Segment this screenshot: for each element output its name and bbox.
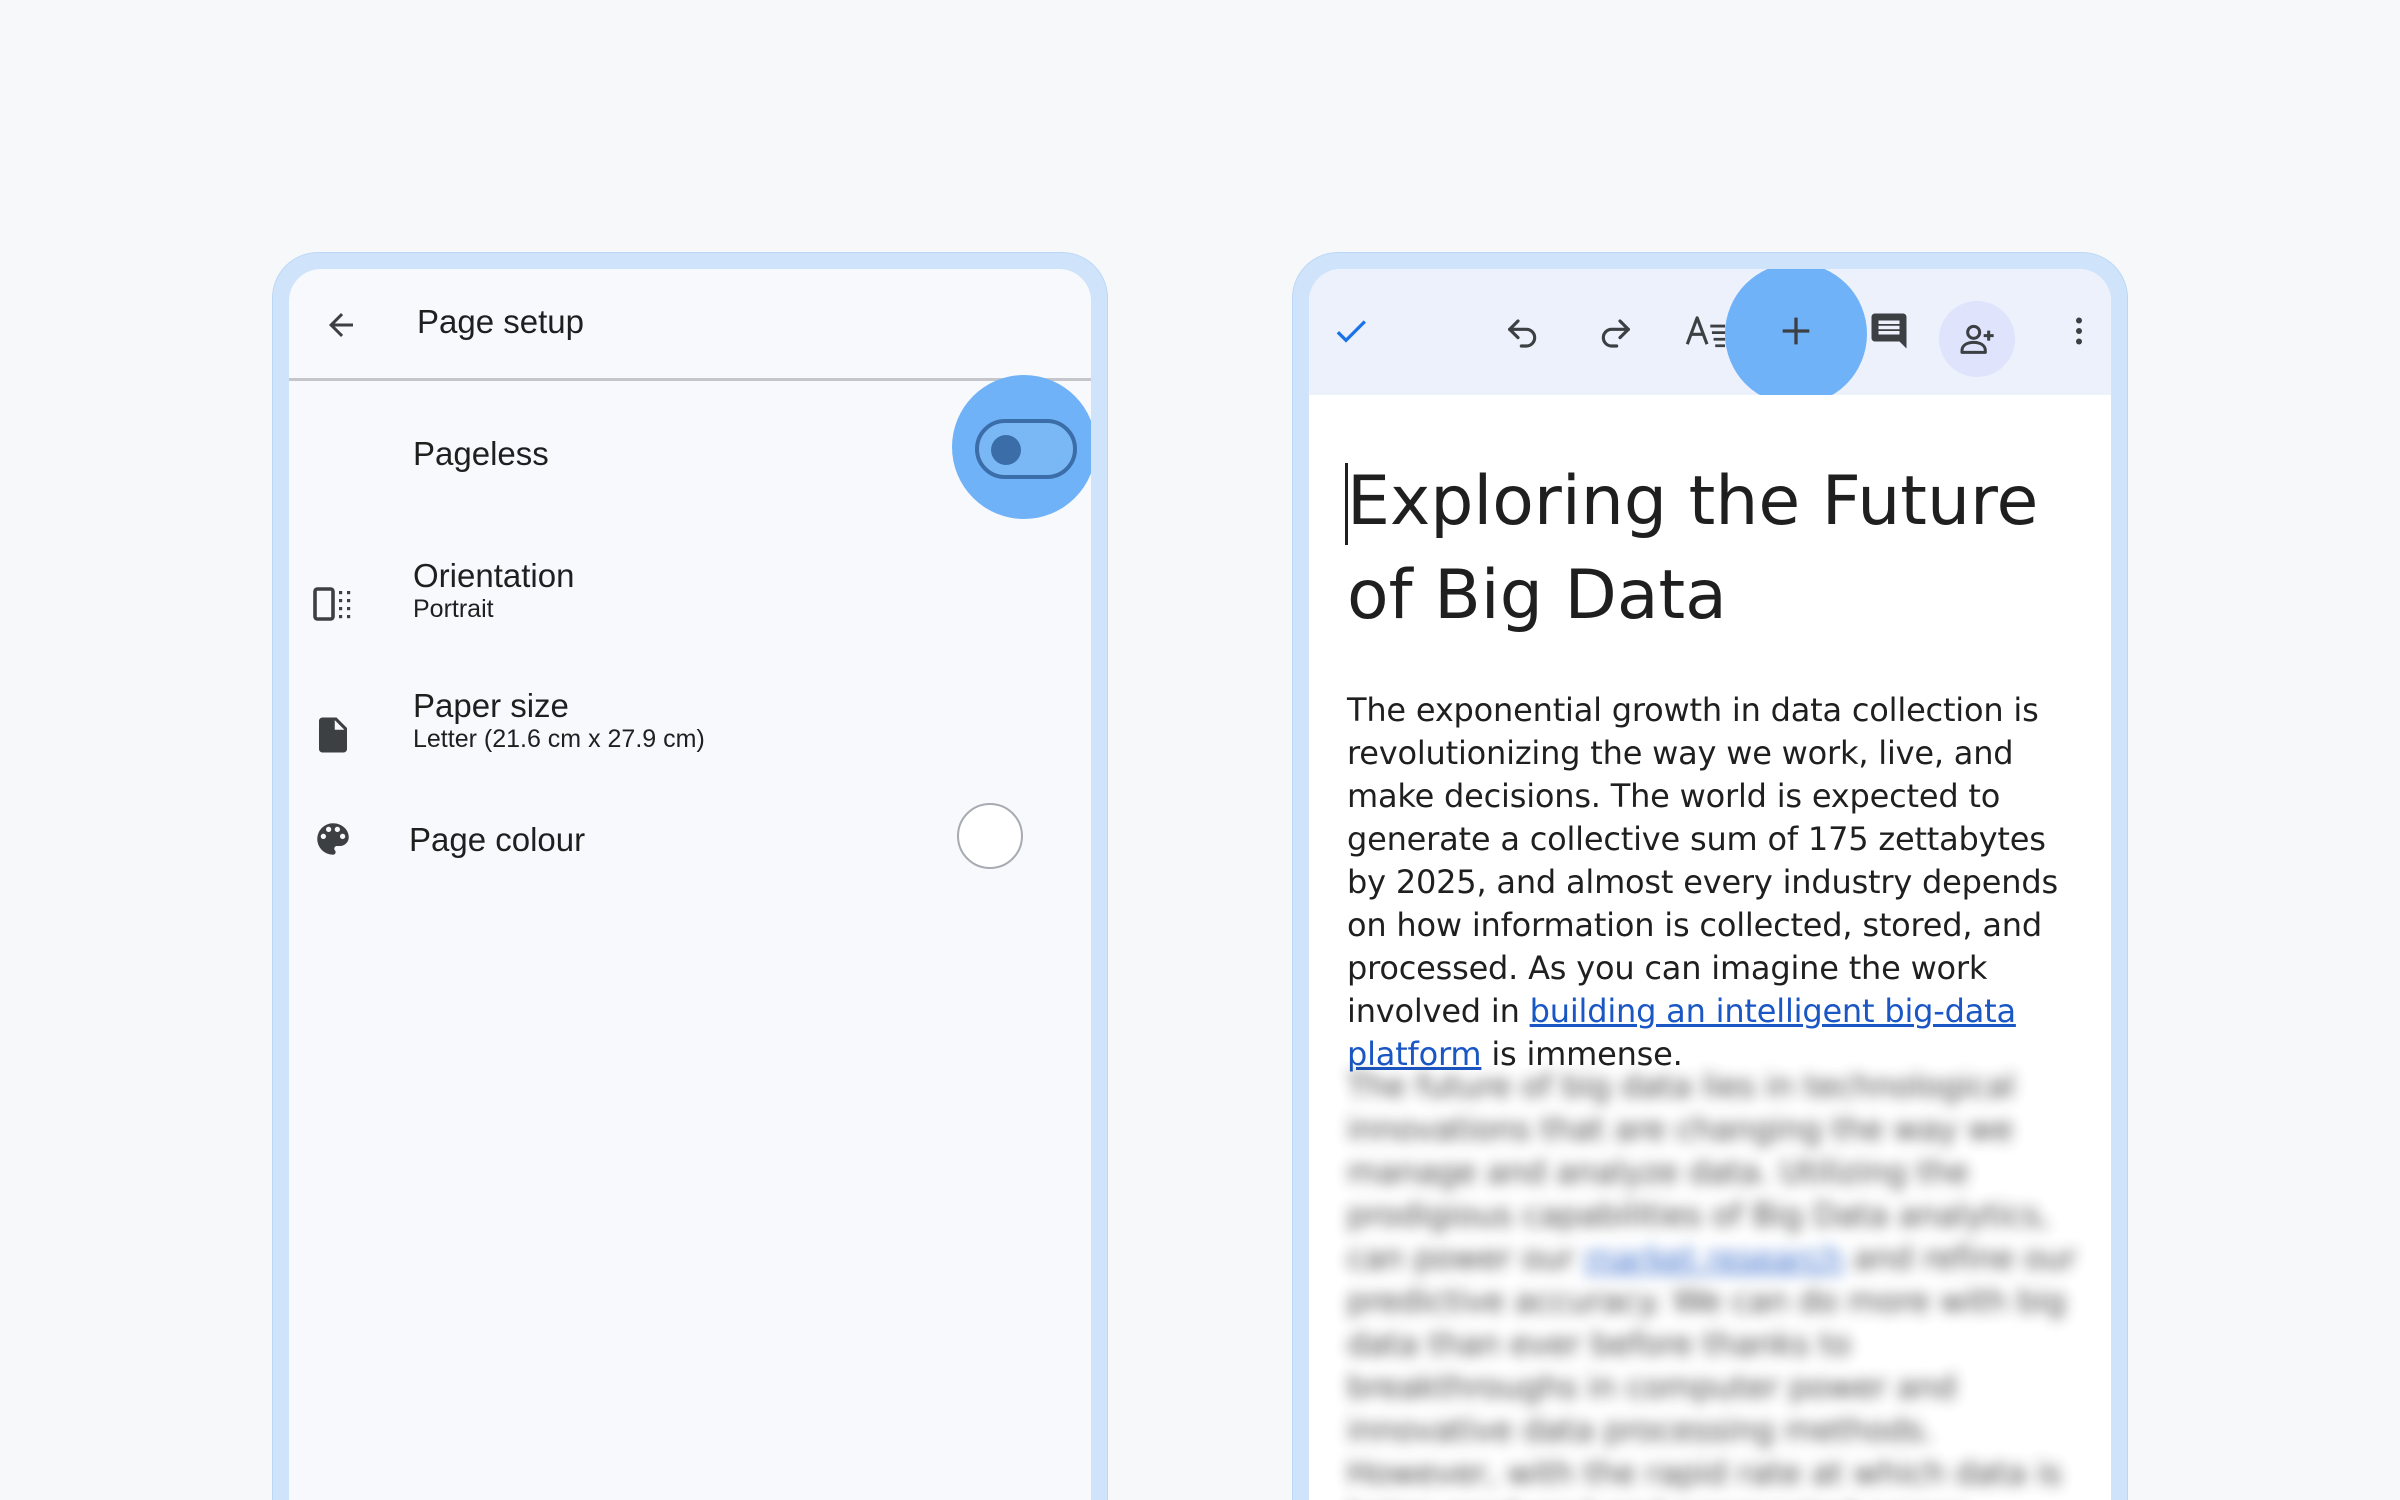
pageless-toggle[interactable] [975,419,1077,479]
document-body[interactable]: Exploring the Future of Big Data The exp… [1309,395,2111,1500]
page-colour-label: Page colour [409,821,586,858]
document-paragraph-2: The future of big data lies in technolog… [1347,1065,2087,1500]
more-vert-icon [2076,317,2082,345]
file-icon [307,709,359,761]
doc-link-market-research: market research [1584,1239,1844,1277]
page-colour-swatch[interactable] [957,803,1023,869]
editor-phone: Exploring the Future of Big Data The exp… [1292,252,2128,1500]
page-title: Page setup [417,303,584,340]
plus-icon [1782,317,1810,345]
undo-button[interactable] [1495,303,1551,359]
redo-icon [1601,319,1630,348]
orientation-value: Portrait [413,595,494,623]
paper-size-value: Letter (21.6 cm x 27.9 cm) [413,725,705,753]
paragraph-text: and refine our predictive accuracy. We c… [1347,1239,2077,1500]
text-format-icon [1685,316,1726,348]
editor-toolbar [1309,269,2111,405]
toggle-knob [991,435,1021,465]
comment-button[interactable] [1861,303,1917,359]
page-setup-header: Page setup [289,269,1091,381]
paper-size-label: Paper size [413,687,569,724]
more-options-button[interactable] [2051,303,2107,359]
editor-screen: Exploring the Future of Big Data The exp… [1309,269,2111,1500]
orientation-row[interactable]: Orientation [289,541,1091,671]
document-title[interactable]: Exploring the Future of Big Data [1347,455,2087,643]
page-setup-screen: Page setup Pageless Orientation Portrait… [289,269,1091,1500]
paragraph-text: The exponential growth in data collectio… [1347,691,2058,1030]
insert-button[interactable] [1768,303,1824,359]
comment-icon [1871,313,1907,349]
palette-icon [307,813,359,865]
orientation-label: Orientation [413,557,575,594]
orientation-icon [307,579,359,631]
done-button[interactable] [1323,303,1379,359]
undo-icon [1508,319,1537,348]
page-setup-phone: Page setup Pageless Orientation Portrait… [272,252,1108,1500]
share-button[interactable] [1939,301,2015,377]
document-paragraph-1[interactable]: The exponential growth in data collectio… [1347,689,2087,1076]
check-icon [1336,320,1366,343]
arrow-back-icon [329,313,353,337]
person-add-icon [1960,324,1994,354]
redo-button[interactable] [1587,303,1643,359]
pageless-label: Pageless [413,435,549,472]
back-button[interactable] [315,299,367,351]
